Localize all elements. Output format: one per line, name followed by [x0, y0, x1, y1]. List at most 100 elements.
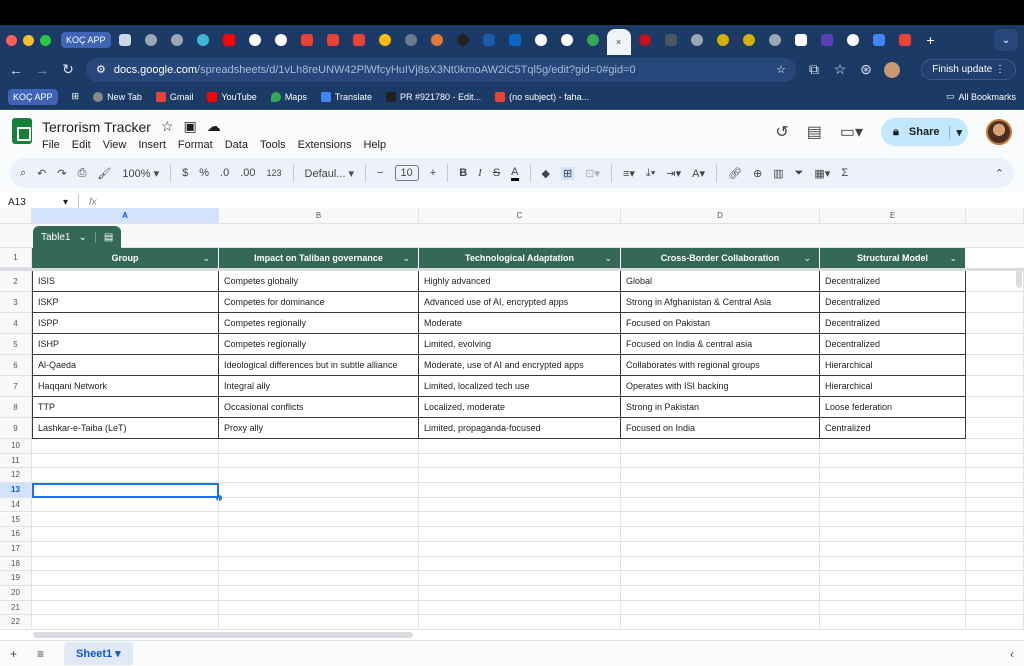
- column-dropdown-chevron-icon[interactable]: ⌄: [949, 248, 957, 268]
- grid-cell[interactable]: [419, 453, 621, 469]
- grid-cell[interactable]: [32, 439, 219, 454]
- grid-cell[interactable]: [219, 541, 419, 557]
- browser-tab[interactable]: [165, 29, 189, 51]
- tab-search-button[interactable]: ⌄: [994, 29, 1018, 51]
- table-menu-chevron-icon[interactable]: ⌄: [78, 232, 86, 243]
- grid-cell[interactable]: [966, 600, 1024, 616]
- table-cell[interactable]: Competes globally: [219, 271, 419, 292]
- row-header[interactable]: 22: [0, 615, 32, 631]
- table-cell[interactable]: ISIS: [32, 271, 219, 292]
- star-icon[interactable]: ☆: [161, 118, 174, 135]
- browser-tab[interactable]: [737, 29, 761, 51]
- grid-cell[interactable]: [419, 615, 621, 631]
- share-dropdown-icon[interactable]: ▾: [949, 125, 962, 139]
- decrease-decimal-button[interactable]: .0: [220, 167, 229, 179]
- grid-cell[interactable]: [419, 556, 621, 572]
- table-cell[interactable]: Lashkar-e-Taiba (LeT): [32, 418, 219, 439]
- table-cell[interactable]: Centralized: [820, 418, 966, 439]
- browser-tab[interactable]: [321, 29, 345, 51]
- row-header[interactable]: 17: [0, 541, 32, 557]
- account-avatar[interactable]: [986, 119, 1012, 145]
- grid-cell[interactable]: [820, 439, 966, 454]
- grid-cell[interactable]: [966, 292, 1024, 313]
- browser-tab[interactable]: [477, 29, 501, 51]
- zoom-select[interactable]: 100% ▾: [122, 167, 159, 180]
- grid-cell[interactable]: [32, 453, 219, 469]
- grid-cell[interactable]: [966, 615, 1024, 631]
- bookmark-translate[interactable]: Translate: [320, 91, 372, 102]
- vertical-align-icon[interactable]: ⤓▾: [646, 167, 655, 180]
- grid-cell[interactable]: [966, 313, 1024, 334]
- menu-format[interactable]: Format: [178, 139, 213, 151]
- grid-cell[interactable]: [621, 571, 820, 586]
- table-cell[interactable]: Limited, localized tech use: [419, 376, 621, 397]
- browser-tab[interactable]: [581, 29, 605, 51]
- grid-cell[interactable]: [219, 512, 419, 528]
- grid-cell[interactable]: [966, 527, 1024, 542]
- row-header[interactable]: 7: [0, 376, 32, 397]
- grid-cell[interactable]: [32, 556, 219, 572]
- grid-cell[interactable]: [966, 376, 1024, 397]
- menu-view[interactable]: View: [103, 139, 127, 151]
- table-cell[interactable]: Decentralized: [820, 271, 966, 292]
- browser-tab[interactable]: [373, 29, 397, 51]
- column-header-a[interactable]: A: [32, 208, 219, 224]
- grid-cell[interactable]: [820, 453, 966, 469]
- increase-font-size-button[interactable]: +: [430, 167, 436, 179]
- grid-cell[interactable]: [419, 541, 621, 557]
- grid-cell[interactable]: [966, 483, 1024, 498]
- row-header[interactable]: 12: [0, 468, 32, 484]
- grid-cell[interactable]: [966, 271, 1024, 292]
- table-cell[interactable]: Collaborates with regional groups: [621, 355, 820, 376]
- row-header[interactable]: 13: [0, 483, 32, 498]
- grid-cell[interactable]: [966, 512, 1024, 528]
- grid-cell[interactable]: [966, 334, 1024, 355]
- browser-tab[interactable]: [711, 29, 735, 51]
- more-formats-button[interactable]: 123: [267, 168, 282, 178]
- grid-cell[interactable]: [621, 512, 820, 528]
- table-cell[interactable]: Decentralized: [820, 292, 966, 313]
- grid-cell[interactable]: [219, 586, 419, 601]
- menu-help[interactable]: Help: [363, 139, 386, 151]
- grid-cell[interactable]: [966, 468, 1024, 484]
- grid-cell[interactable]: [219, 439, 419, 454]
- table-cell[interactable]: Al-Qaeda: [32, 355, 219, 376]
- bookmark-star-icon[interactable]: ☆: [776, 63, 786, 76]
- forward-arrow-icon[interactable]: →: [34, 62, 50, 78]
- menu-edit[interactable]: Edit: [72, 139, 91, 151]
- grid-cell[interactable]: [621, 600, 820, 616]
- row-header[interactable]: 18: [0, 556, 32, 572]
- url-input[interactable]: ⚙ docs.google.com/spreadsheets/d/1vLh8re…: [86, 57, 796, 82]
- version-history-icon[interactable]: ↺: [775, 122, 788, 142]
- grid-cell[interactable]: [820, 541, 966, 557]
- grid-cell[interactable]: [32, 512, 219, 528]
- grid-cell[interactable]: [32, 541, 219, 557]
- bookmark-pr[interactable]: PR #921780 - Edit...: [386, 91, 481, 102]
- grid-cell[interactable]: [419, 571, 621, 586]
- grid-cell[interactable]: [966, 586, 1024, 601]
- grid-cell[interactable]: [419, 527, 621, 542]
- tab-close-icon[interactable]: ×: [616, 37, 621, 47]
- row-header[interactable]: 9: [0, 418, 32, 439]
- decrease-font-size-button[interactable]: −: [377, 167, 383, 179]
- browser-tab[interactable]: [529, 29, 553, 51]
- table-cell[interactable]: Moderate: [419, 313, 621, 334]
- table-cell[interactable]: Integral ally: [219, 376, 419, 397]
- font-size-input[interactable]: 10: [394, 165, 419, 181]
- grid-cell[interactable]: [966, 497, 1024, 513]
- grid-cell[interactable]: [966, 355, 1024, 376]
- table-cell[interactable]: Limited, propaganda-focused: [419, 418, 621, 439]
- selected-cell-outline[interactable]: [32, 483, 219, 498]
- apps-grid-icon[interactable]: ⊞: [72, 91, 80, 102]
- browser-tab[interactable]: [659, 29, 683, 51]
- add-sheet-icon[interactable]: +: [10, 647, 17, 661]
- row-header[interactable]: 14: [0, 497, 32, 513]
- browser-tab[interactable]: [295, 29, 319, 51]
- bookmark-new-tab[interactable]: New Tab: [93, 91, 142, 102]
- new-tab-button[interactable]: +: [919, 29, 943, 51]
- maximize-window-button[interactable]: [40, 34, 51, 46]
- grid-cell[interactable]: [820, 468, 966, 484]
- grid-cell[interactable]: [820, 483, 966, 498]
- comments-icon[interactable]: ▤: [807, 122, 822, 142]
- row-header[interactable]: 8: [0, 397, 32, 418]
